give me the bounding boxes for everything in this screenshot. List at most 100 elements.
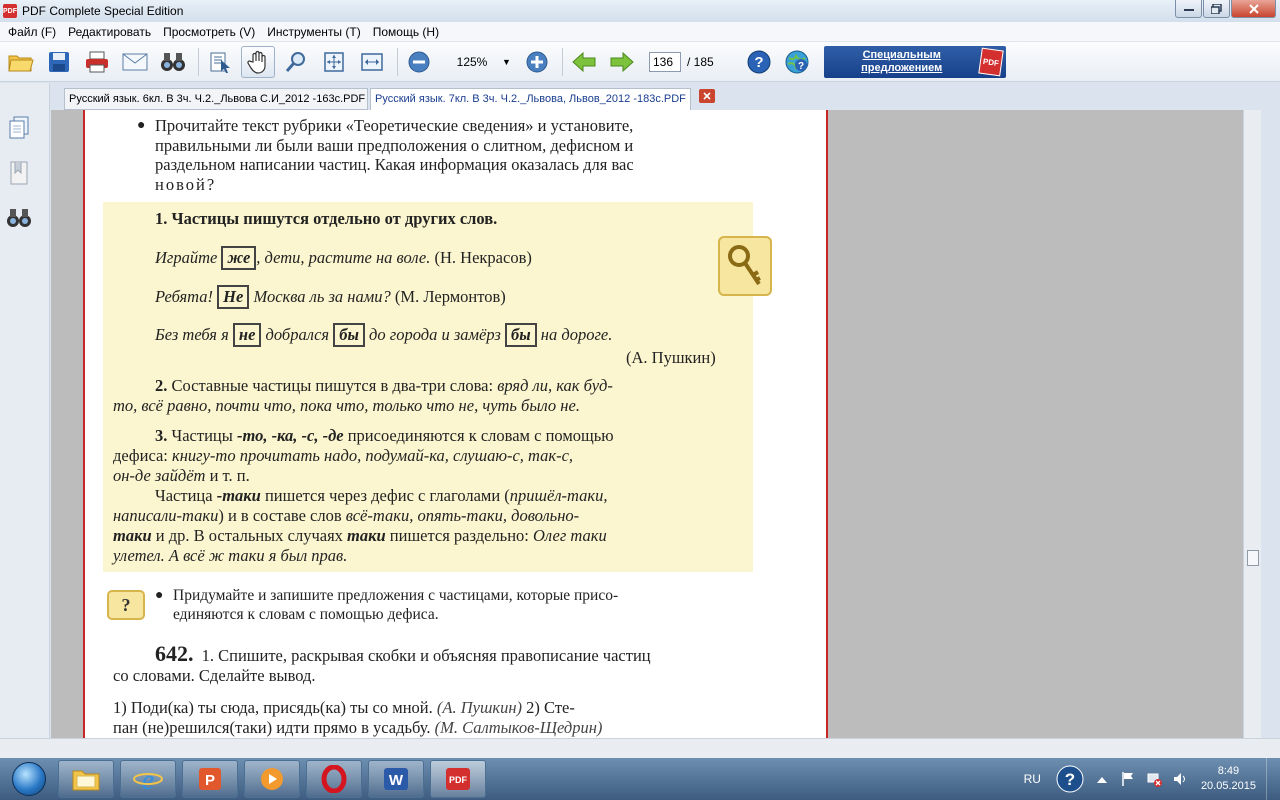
fit-page-button[interactable] bbox=[317, 46, 351, 78]
example-text: Без тебя я bbox=[155, 325, 229, 344]
restore-button[interactable] bbox=[1203, 0, 1230, 18]
document-viewport[interactable]: ● Прочитайте текст рубрики «Теоретически… bbox=[51, 110, 1261, 738]
special-offer-button[interactable]: Специальным предложением PDF bbox=[823, 45, 1006, 78]
zoom-out-icon bbox=[408, 51, 430, 72]
scrollbar-thumb[interactable] bbox=[1247, 550, 1259, 566]
exercise-line: со словами. Сделайте вывод. bbox=[113, 666, 316, 685]
close-button[interactable] bbox=[1231, 0, 1276, 18]
svg-text:e: e bbox=[142, 765, 154, 793]
document-tabs: Русский язык. 6кл. В 3ч. Ч.2._Львова С.И… bbox=[50, 83, 1280, 110]
volume-tray-icon[interactable] bbox=[1171, 770, 1189, 788]
save-button[interactable] bbox=[42, 46, 76, 78]
tab-document-7kl[interactable]: Русский язык. 7кл. В 3ч. Ч.2._Львова, Ль… bbox=[370, 88, 691, 110]
search-panel-button[interactable] bbox=[4, 203, 34, 233]
bookmarks-panel-button[interactable] bbox=[4, 158, 34, 188]
vertical-scrollbar[interactable] bbox=[1243, 110, 1261, 738]
language-indicator[interactable]: RU bbox=[1024, 772, 1041, 786]
horizontal-scrollbar[interactable] bbox=[0, 738, 1280, 758]
print-button[interactable] bbox=[80, 46, 114, 78]
toolbar-separator bbox=[562, 47, 563, 76]
pdf-badge-icon: PDF bbox=[978, 47, 1004, 76]
zoom-select[interactable]: 125% ▼ bbox=[442, 52, 518, 72]
zoom-out-button[interactable] bbox=[402, 46, 436, 78]
toolbar-separator bbox=[198, 47, 199, 76]
rule-examples: книгу-то прочитать надо, подумай-ка, слу… bbox=[172, 446, 574, 465]
previous-page-button[interactable] bbox=[567, 46, 601, 78]
opera-icon bbox=[321, 765, 347, 793]
arrow-right-icon bbox=[610, 51, 634, 72]
taskbar-word[interactable]: W bbox=[368, 760, 424, 798]
particle: таки bbox=[113, 526, 152, 545]
help-tray-button[interactable]: ? bbox=[1055, 764, 1085, 794]
rule-examples: всё-таки, опять-таки, довольно- bbox=[345, 506, 580, 525]
start-button[interactable] bbox=[6, 759, 52, 799]
next-page-button[interactable] bbox=[605, 46, 639, 78]
example-text: добрался bbox=[265, 325, 330, 344]
flag-tray-icon[interactable] bbox=[1119, 770, 1137, 788]
taskbar-explorer[interactable] bbox=[58, 760, 114, 798]
pdf-page: ● Прочитайте текст рубрики «Теоретически… bbox=[83, 110, 828, 738]
menu-tools[interactable]: Инструменты (T) bbox=[261, 25, 366, 39]
menu-edit[interactable]: Редактировать bbox=[62, 25, 157, 39]
email-button[interactable] bbox=[118, 46, 152, 78]
rule1-title: 1. Частицы пишутся отдельно от других сл… bbox=[155, 209, 498, 228]
close-tab-button[interactable] bbox=[699, 89, 715, 103]
minimize-button[interactable] bbox=[1175, 0, 1202, 18]
rule-examples: пришёл-таки, bbox=[509, 486, 608, 505]
help-button[interactable]: ? bbox=[742, 46, 776, 78]
fit-width-icon bbox=[361, 52, 383, 71]
taskbar-opera[interactable] bbox=[306, 760, 362, 798]
zoom-tool-button[interactable] bbox=[279, 46, 313, 78]
pages-icon bbox=[9, 116, 29, 139]
exercise-642: 642. 1. Спишите, раскрывая скобки и объя… bbox=[155, 643, 755, 666]
binoculars-icon bbox=[161, 52, 185, 71]
fit-width-button[interactable] bbox=[355, 46, 389, 78]
particle: -таки bbox=[216, 486, 261, 505]
text-select-icon bbox=[210, 52, 230, 73]
clock[interactable]: 8:49 20.05.2015 bbox=[1201, 764, 1256, 794]
help-icon: ? bbox=[747, 50, 771, 73]
menu-view[interactable]: Просмотреть (V) bbox=[157, 25, 261, 39]
online-help-button[interactable]: ? bbox=[780, 46, 814, 78]
open-button[interactable] bbox=[4, 46, 38, 78]
show-desktop-button[interactable] bbox=[1266, 758, 1280, 800]
taskbar-pdf-complete[interactable]: PDF bbox=[430, 760, 486, 798]
svg-text:P: P bbox=[205, 772, 215, 789]
window-controls bbox=[1175, 0, 1276, 18]
menu-bar: Файл (F) Редактировать Просмотреть (V) И… bbox=[0, 22, 1280, 42]
select-text-button[interactable] bbox=[203, 46, 237, 78]
particle-box: бы bbox=[504, 323, 537, 347]
example-source: (А. Пушкин) bbox=[626, 348, 716, 367]
menu-help[interactable]: Помощь (H) bbox=[367, 25, 445, 39]
rule-number: 3. bbox=[155, 426, 168, 445]
rule-text: дефиса: bbox=[113, 446, 168, 465]
taskbar-powerpoint[interactable]: P bbox=[182, 760, 238, 798]
menu-file[interactable]: Файл (F) bbox=[2, 25, 62, 39]
bullet-icon: ● bbox=[155, 588, 164, 603]
special-offer-label: Специальным предложением bbox=[861, 48, 943, 74]
rule3-line1: 3. Частицы -то, -ка, -с, -де присоединяю… bbox=[155, 426, 614, 446]
example-source: (М. Лермонтов) bbox=[394, 287, 506, 306]
tab-document-6kl[interactable]: Русский язык. 6кл. В 3ч. Ч.2._Львова С.И… bbox=[64, 88, 368, 110]
page-number-input[interactable] bbox=[649, 51, 681, 72]
rule2-examples: то, всё равно, почти что, пока что, толь… bbox=[113, 396, 580, 415]
particle-box: Не bbox=[217, 285, 250, 309]
pages-panel-button[interactable] bbox=[4, 113, 34, 143]
network-tray-icon[interactable] bbox=[1145, 770, 1163, 788]
show-hidden-icons-button[interactable] bbox=[1093, 770, 1111, 788]
zoom-in-button[interactable] bbox=[520, 46, 554, 78]
rule-examples: Олег таки bbox=[533, 526, 607, 545]
hand-icon bbox=[247, 50, 266, 74]
taskbar-media[interactable] bbox=[244, 760, 300, 798]
exercise-source: (М. Салтыков-Щедрин) bbox=[434, 718, 603, 737]
system-tray: RU ? 8:49 20.05.2015 bbox=[1024, 758, 1280, 800]
find-button[interactable] bbox=[156, 46, 190, 78]
example-text: Ребята! bbox=[155, 287, 214, 306]
svg-text:PDF: PDF bbox=[449, 775, 468, 785]
hand-tool-button[interactable] bbox=[241, 45, 275, 78]
title-bar: PDF PDF Complete Special Edition bbox=[0, 0, 1280, 22]
taki-line3: таки и др. В остальных случаях таки пише… bbox=[113, 526, 607, 546]
example-text: , дети, растите на воле. bbox=[256, 248, 431, 267]
taskbar-ie[interactable]: e bbox=[120, 760, 176, 798]
particle-list: -то, -ка, -с, -де bbox=[236, 426, 344, 445]
